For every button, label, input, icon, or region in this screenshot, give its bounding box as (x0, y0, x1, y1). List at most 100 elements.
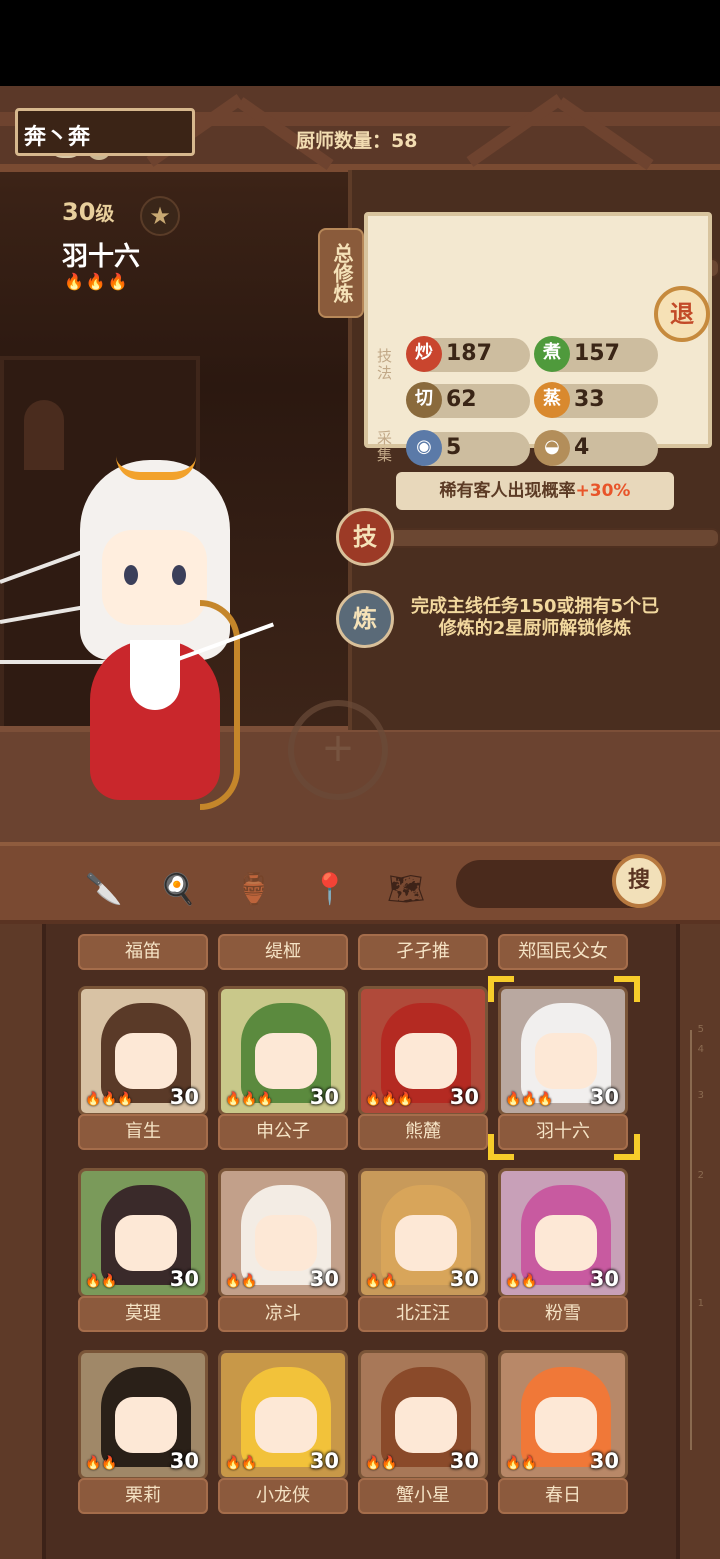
stat-value: 5 (446, 435, 462, 460)
chef-face (535, 1033, 597, 1089)
stat-steam: 蒸 33 (534, 382, 658, 418)
chef-level: 30级 (62, 198, 114, 226)
chef-flames: 🔥🔥🔥 (225, 1092, 274, 1107)
chef-flames: 🔥🔥 (505, 1456, 538, 1471)
stat-bun: ◒ 4 (534, 430, 658, 466)
ruler-mark: 1 (697, 1298, 704, 1309)
chef-card-name: 莫理 (78, 1296, 208, 1332)
chef-face (255, 1033, 317, 1089)
boil-icon: 煮 (534, 336, 570, 372)
chef-level: 30 (309, 1449, 339, 1473)
chef-card-name: 熊麓 (358, 1114, 488, 1150)
chef-card-name: 缇桠 (218, 934, 348, 970)
unlock-line-1: 完成主线任务150或拥有5个已 (410, 596, 660, 617)
scroll-ruler[interactable]: 5 4 3 2 1 (680, 1024, 704, 1450)
chef-flames: 🔥🔥 (505, 1274, 538, 1289)
chef-character (0, 450, 290, 820)
ruler-mark: 3 (697, 1090, 704, 1101)
status-bar (0, 0, 720, 86)
gather-group-label: 采集 (375, 430, 393, 464)
list-rail-left (0, 924, 46, 1559)
chef-level: 30 (589, 1267, 619, 1291)
chef-card-name: 北汪汪 (358, 1296, 488, 1332)
scroll-roller (348, 528, 720, 548)
chef-face (255, 1397, 317, 1453)
chef-card-name: 羽十六 (498, 1114, 628, 1150)
unlock-requirement: 完成主线任务150或拥有5个已 修炼的2星厨师解锁修炼 (380, 596, 690, 640)
chef-face (395, 1397, 457, 1453)
chef-card-name: 栗莉 (78, 1478, 208, 1514)
cleaver-icon[interactable]: 🔪 (82, 868, 126, 912)
spatula-icon[interactable]: 🍳 (156, 868, 200, 912)
chef-face (255, 1215, 317, 1271)
cut-icon: 切 (406, 382, 442, 418)
chef-flames: 🔥🔥🔥 (64, 272, 130, 291)
selection-corner (488, 1134, 514, 1160)
jar-icon[interactable]: 🏺 (232, 868, 276, 912)
stat-value: 187 (446, 341, 492, 366)
chef-face (115, 1215, 177, 1271)
chef-flames: 🔥🔥 (85, 1274, 118, 1289)
chef-card-name: 盲生 (78, 1114, 208, 1150)
chef-portrait-frame: 🔥🔥 30 (78, 1168, 208, 1298)
chef-level: 30 (169, 1267, 199, 1291)
chef-card-name: 蟹小星 (358, 1478, 488, 1514)
add-equipment-slot[interactable]: + (288, 700, 388, 800)
ruler-mark: 2 (697, 1170, 704, 1181)
stat-value: 62 (446, 387, 477, 412)
chef-level: 30 (169, 1449, 199, 1473)
skill-group-label: 技法 (375, 348, 393, 382)
chef-level: 30 (449, 1449, 479, 1473)
location-pin-icon[interactable]: 📍 (308, 868, 352, 912)
chef-name: 羽十六 (62, 242, 141, 272)
chef-portrait-frame: 🔥🔥🔥 30 (498, 986, 628, 1116)
chef-level: 30 (309, 1267, 339, 1291)
chef-portrait-frame: 🔥🔥🔥 30 (358, 986, 488, 1116)
tab-total-training[interactable]: 总修炼 (318, 228, 364, 318)
chef-portrait-frame: 🔥🔥 30 (358, 1168, 488, 1298)
chef-flames: 🔥🔥 (365, 1456, 398, 1471)
chef-card-name: 春日 (498, 1478, 628, 1514)
star-icon[interactable]: ★ (140, 196, 180, 236)
fish-icon: ◉ (406, 430, 442, 466)
map-question-icon[interactable]: 🗺 (384, 868, 428, 912)
rare-bonus-text: 稀有客人出现概率 (439, 481, 576, 501)
chef-flames: 🔥🔥 (225, 1274, 258, 1289)
chef-flames: 🔥🔥🔥 (85, 1092, 134, 1107)
chef-card-name: 福笛 (78, 934, 208, 970)
chef-card-name: 小龙侠 (218, 1478, 348, 1514)
chef-card-name: 孑孑推 (358, 934, 488, 970)
chef-count: 厨师数量：58 (296, 130, 418, 152)
stat-fish: ◉ 5 (406, 430, 530, 466)
chef-portrait-frame: 🔥🔥 30 (358, 1350, 488, 1480)
chef-portrait-frame: 🔥🔥 30 (218, 1168, 348, 1298)
chef-level: 30 (589, 1085, 619, 1109)
stat-value: 157 (574, 341, 620, 366)
selection-corner (614, 976, 640, 1002)
bun-icon: ◒ (534, 430, 570, 466)
ruler-mark: 4 (697, 1044, 704, 1055)
chef-card-name: 粉雪 (498, 1296, 628, 1332)
player-name[interactable]: 奔丶奔 (15, 108, 195, 156)
chef-flames: 🔥🔥 (85, 1456, 118, 1471)
stat-value: 33 (574, 387, 605, 412)
skill-tab-label: 技 (353, 523, 377, 551)
rare-bonus-value: +30% (575, 481, 631, 501)
chef-face (395, 1215, 457, 1271)
selection-corner (488, 976, 514, 1002)
chef-face (115, 1033, 177, 1089)
chef-level: 30 (449, 1085, 479, 1109)
chef-face (115, 1397, 177, 1453)
chef-flames: 🔥🔥 (225, 1456, 258, 1471)
retreat-button[interactable]: 退 (654, 286, 710, 342)
search-button[interactable]: 搜 (612, 854, 666, 908)
rare-customer-bonus: 稀有客人出现概率+30% (396, 472, 674, 510)
chef-card-name: 申公子 (218, 1114, 348, 1150)
chef-portrait-frame: 🔥🔥🔥 30 (218, 986, 348, 1116)
chef-face (535, 1397, 597, 1453)
stat-boil: 煮 157 (534, 336, 658, 372)
chef-flames: 🔥🔥 (365, 1274, 398, 1289)
chef-level-number: 30 (62, 198, 96, 226)
chef-level-suffix: 级 (95, 203, 115, 225)
stir-fry-icon: 炒 (406, 336, 442, 372)
